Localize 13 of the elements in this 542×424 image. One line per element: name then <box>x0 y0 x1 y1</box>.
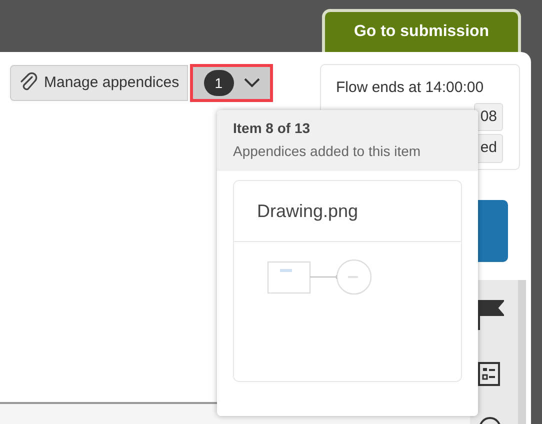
action-button[interactable] <box>478 200 508 262</box>
chevron-icon <box>244 78 260 88</box>
flag-icon <box>478 300 504 330</box>
appendix-dropdown-button[interactable]: 1 <box>190 64 274 102</box>
flow-end-text: Flow ends at 14:00:00 <box>336 78 485 98</box>
manage-appendices-button[interactable]: Manage appendices <box>10 65 188 101</box>
popover-title: Item 8 of 13 <box>233 119 312 138</box>
checklist-icon <box>478 362 500 386</box>
popover-subtitle: Appendices added to this item <box>233 142 422 161</box>
time-left-label: 08 <box>474 102 503 131</box>
file-card[interactable]: Drawing.png <box>233 180 462 382</box>
count-badge: 1 <box>204 70 234 96</box>
submission-button[interactable]: Go to submission <box>322 9 521 52</box>
